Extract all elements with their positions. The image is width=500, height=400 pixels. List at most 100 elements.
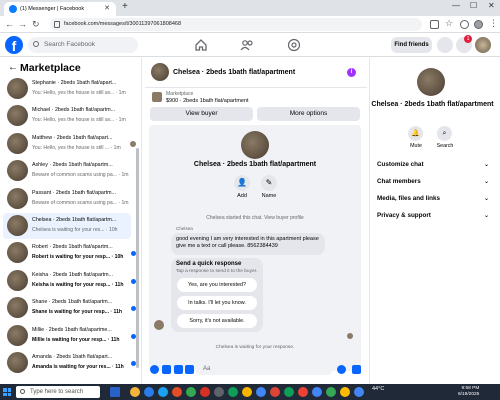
- taskbar-app-icon[interactable]: [144, 387, 154, 397]
- minimize-icon[interactable]: —: [452, 1, 460, 10]
- site-info-icon[interactable]: [54, 21, 60, 28]
- url-field[interactable]: facebook.com/messages/t/3001139706180846…: [50, 18, 422, 31]
- mute-bell-icon[interactable]: 🔔: [408, 126, 423, 141]
- chat-members-section[interactable]: Chat members ⌄: [377, 178, 489, 185]
- maximize-icon[interactable]: ☐: [470, 1, 477, 10]
- marketplace-chat-row[interactable]: Chelsea · 2beds 1bath flat/apartm... Chel…: [3, 213, 131, 239]
- taskbar-app-icon[interactable]: [312, 387, 322, 397]
- taskbar-app-icon[interactable]: [256, 387, 266, 397]
- listing-summary[interactable]: Marketplace $900 · 2beds 1bath flat/apar…: [145, 89, 367, 108]
- facebook-logo[interactable]: f: [5, 36, 23, 54]
- quick-response-option[interactable]: Sorry, it's not available.: [177, 314, 257, 328]
- marketplace-chat-row[interactable]: Shane · 2beds 1bath flat/apartm... Shane …: [3, 295, 136, 321]
- taskbar-app-icon[interactable]: [354, 387, 364, 397]
- windows-start-icon[interactable]: [3, 388, 11, 396]
- taskbar-app-icon[interactable]: [242, 387, 252, 397]
- chat-row-preview: You: Hello, yes the house is still ... ·…: [32, 144, 121, 151]
- marketplace-title: Marketplace: [20, 62, 81, 74]
- account-avatar[interactable]: [475, 37, 491, 53]
- close-tab-icon[interactable]: ✕: [104, 2, 110, 16]
- chat-avatar[interactable]: [151, 63, 169, 81]
- sticker-icon[interactable]: [174, 365, 183, 374]
- taskbar-app-icon[interactable]: [200, 387, 210, 397]
- marketplace-chat-row[interactable]: Amanda · 2beds 1bath flat/apart... Amanda…: [3, 350, 136, 376]
- search-conversation-icon[interactable]: ⌕: [437, 126, 452, 141]
- quick-response-option[interactable]: In talks. I'll let you know.: [177, 296, 257, 310]
- reload-icon[interactable]: ↻: [32, 19, 40, 30]
- friends-icon[interactable]: [240, 38, 254, 52]
- weather-temperature[interactable]: 44°C: [372, 386, 384, 392]
- chat-title[interactable]: Chelsea · 2beds 1bath flat/apartment: [173, 69, 295, 76]
- edit-name-icon[interactable]: ✎: [261, 175, 277, 191]
- marketplace-chat-row[interactable]: Matthew · 2beds 1bath flat/apart... You: …: [3, 131, 136, 157]
- chat-row-name: Passant · 2beds 1bath flat/apartm...: [32, 189, 116, 196]
- close-window-icon[interactable]: ✕: [488, 1, 495, 10]
- taskbar-app-icon[interactable]: [158, 387, 168, 397]
- facebook-search-input[interactable]: Search Facebook: [28, 37, 138, 53]
- find-friends-button[interactable]: Find friends: [391, 37, 432, 53]
- view-buyer-button[interactable]: View buyer: [150, 107, 253, 121]
- back-arrow-icon[interactable]: ←: [8, 62, 18, 73]
- message-input[interactable]: Aa: [195, 363, 333, 375]
- taskbar-app-icon[interactable]: [130, 387, 140, 397]
- chat-row-preview: Robert is waiting for your resp... · 10h: [32, 254, 124, 261]
- quick-response-option[interactable]: Yes, are you interested?: [177, 278, 257, 292]
- marketplace-chat-row[interactable]: Ashley · 2beds 1bath flat/apartm... Bewar…: [3, 158, 131, 184]
- chat-list-scrollbar[interactable]: [136, 148, 139, 368]
- marketplace-chat-row[interactable]: Millie · 2beds 1bath flat/apartme... Mill…: [3, 323, 136, 349]
- browser-menu-icon[interactable]: ⋮: [489, 18, 498, 29]
- marketplace-chat-row[interactable]: Stephanie · 2beds 1bath flat/apart... You…: [3, 76, 131, 102]
- marketplace-chat-row[interactable]: Robert · 2beds 1bath flat/apartm... Rober…: [3, 240, 136, 266]
- profile-icon[interactable]: [474, 20, 483, 29]
- taskbar-app-icon[interactable]: [340, 387, 350, 397]
- gif-icon[interactable]: [185, 365, 194, 374]
- messenger-favicon-icon: [9, 5, 17, 13]
- bookmark-star-icon[interactable]: ☆: [445, 18, 453, 29]
- taskbar-clock[interactable]: 9:58 PM 6/19/2025: [458, 386, 479, 398]
- customize-chat-section[interactable]: Customize chat ⌄: [377, 161, 489, 168]
- details-avatar[interactable]: [417, 68, 445, 96]
- taskbar-app-icon[interactable]: [228, 387, 238, 397]
- media-files-links-section[interactable]: Media, files and links ⌄: [377, 195, 489, 202]
- name-label: Name: [261, 193, 277, 199]
- section-label: Privacy & support: [377, 212, 431, 219]
- extensions-icon[interactable]: [460, 20, 469, 29]
- groups-icon[interactable]: [287, 38, 301, 52]
- chat-avatar: [7, 324, 28, 346]
- taskbar-search-input[interactable]: Type here to search: [16, 386, 100, 398]
- buyer-profile-name: Chelsea · 2beds 1bath flat/apartment: [193, 161, 317, 168]
- home-icon[interactable]: [194, 38, 208, 52]
- waiting-notice: Chelsea is waiting for your response.: [215, 345, 295, 350]
- add-person-icon[interactable]: 👤: [234, 175, 250, 191]
- chat-started-notice[interactable]: Chelsea started this chat. View buyer pr…: [149, 215, 361, 221]
- browser-tab-bar: (1) Messenger | Facebook ✕ + — ☐ ✕: [0, 0, 500, 16]
- browser-tab[interactable]: (1) Messenger | Facebook ✕: [4, 2, 116, 16]
- like-icon[interactable]: [352, 365, 361, 374]
- buyer-profile-avatar[interactable]: [241, 131, 269, 159]
- taskbar-app-icon[interactable]: [270, 387, 280, 397]
- taskbar-app-icon[interactable]: [172, 387, 182, 397]
- taskbar-app-icon[interactable]: [326, 387, 336, 397]
- more-options-button[interactable]: More options: [257, 107, 360, 121]
- chevron-down-icon: ⌄: [483, 179, 489, 185]
- marketplace-chat-row[interactable]: Keisha · 2beds 1bath flat/apartm... Keish…: [3, 268, 136, 294]
- back-icon[interactable]: ←: [5, 19, 14, 29]
- messenger-icon[interactable]: [437, 37, 453, 53]
- new-tab-icon[interactable]: +: [122, 1, 128, 12]
- chat-avatar: [7, 78, 28, 99]
- image-icon[interactable]: [162, 365, 171, 374]
- info-icon[interactable]: i: [347, 68, 356, 77]
- taskbar-app-icon[interactable]: [214, 387, 224, 397]
- chat-avatar: [7, 132, 28, 154]
- plus-icon[interactable]: [150, 365, 159, 374]
- haiti-flag-icon[interactable]: [110, 387, 120, 397]
- marketplace-chat-row[interactable]: Michael · 2beds 1bath flat/apartm... You:…: [3, 103, 131, 129]
- taskbar-app-icon[interactable]: [298, 387, 308, 397]
- forward-icon[interactable]: →: [18, 19, 27, 29]
- taskbar-app-icon[interactable]: [284, 387, 294, 397]
- cast-icon[interactable]: [430, 20, 439, 29]
- taskbar-app-icon[interactable]: [186, 387, 196, 397]
- emoji-icon[interactable]: [337, 365, 346, 374]
- privacy-support-section[interactable]: Privacy & support ⌄: [377, 212, 489, 219]
- marketplace-chat-row[interactable]: Passant · 2beds 1bath flat/apartm... Bewa…: [3, 186, 131, 212]
